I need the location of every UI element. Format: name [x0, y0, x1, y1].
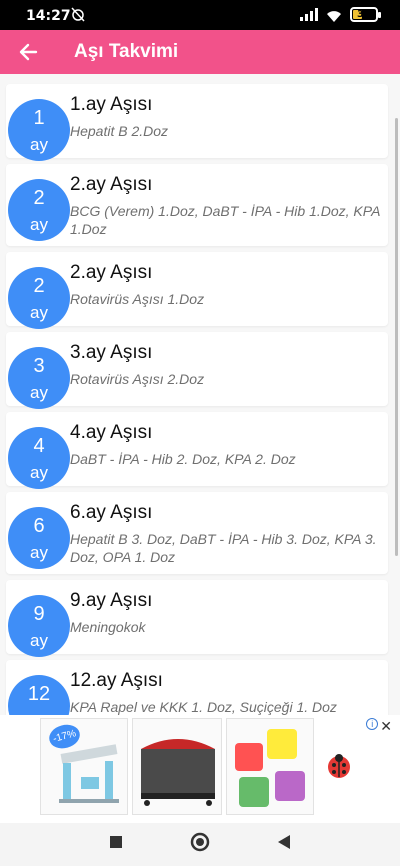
page-title: Aşı Takvimi: [74, 41, 179, 62]
month-badge: 3 ay: [8, 347, 70, 409]
list-item[interactable]: 3 ay 3.ay Aşısı Rotavirüs Aşısı 2.Doz: [6, 332, 388, 409]
item-description: DaBT - İPA - Hib 2. Doz, KPA 2. Doz: [70, 451, 296, 467]
ad-product-playpen-image[interactable]: [132, 718, 222, 815]
list-item[interactable]: 2 ay 2.ay Aşısı Rotavirüs Aşısı 1.Doz: [6, 252, 388, 329]
ad-product-popit-image[interactable]: [226, 718, 314, 815]
recent-apps-button[interactable]: [109, 835, 123, 854]
month-badge: 6 ay: [8, 507, 70, 569]
item-description: Rotavirüs Aşısı 1.Doz: [70, 291, 205, 307]
arrow-left-icon: [19, 43, 38, 61]
item-title: 4.ay Aşısı: [70, 422, 153, 443]
square-icon: [110, 836, 123, 848]
ad-product-desk-image[interactable]: -17%: [40, 718, 128, 815]
app-bar: Aşı Takvimi: [0, 30, 400, 74]
ad-info-icon[interactable]: i: [366, 718, 379, 730]
item-title: 6.ay Aşısı: [70, 502, 153, 523]
home-button[interactable]: [190, 832, 210, 857]
list-item[interactable]: 6 ay 6.ay Aşısı Hepatit B 3. Doz, DaBT -…: [6, 492, 388, 574]
list-item[interactable]: 1 ay 1.ay Aşısı Hepatit B 2.Doz: [6, 84, 388, 161]
ad-banner[interactable]: -17% i ✕: [0, 715, 400, 823]
ad-brand-logo[interactable]: [326, 753, 352, 779]
status-time: 14:27: [26, 8, 71, 24]
alarm-off-icon: [70, 6, 86, 26]
month-badge: 12 ay: [8, 675, 70, 715]
status-bar: 14:27 38: [0, 0, 400, 30]
item-description: Hepatit B 2.Doz: [70, 123, 169, 139]
month-badge: 2 ay: [8, 267, 70, 329]
ad-controls: i ✕: [366, 718, 392, 735]
month-badge: 2 ay: [8, 179, 70, 241]
item-title: 2.ay Aşısı: [70, 174, 153, 195]
back-button[interactable]: [0, 30, 56, 74]
item-description: BCG (Verem) 1.Doz, DaBT - İPA - Hib 1.Do…: [70, 203, 380, 237]
scrollbar[interactable]: [395, 118, 398, 556]
item-title: 3.ay Aşısı: [70, 342, 153, 363]
system-nav-bar: [0, 823, 400, 866]
circle-icon: [190, 832, 210, 852]
item-description: Rotavirüs Aşısı 2.Doz: [70, 371, 205, 387]
list-item[interactable]: 9 ay 9.ay Aşısı Meningokok: [6, 580, 388, 657]
wifi-icon: [326, 8, 342, 22]
month-badge: 4 ay: [8, 427, 70, 489]
item-description: Meningokok: [70, 619, 146, 635]
month-badge: 1 ay: [8, 99, 70, 161]
vaccine-list[interactable]: 1 ay 1.ay Aşısı Hepatit B 2.Doz 2 ay 2.a…: [0, 74, 400, 715]
list-item[interactable]: 2 ay 2.ay Aşısı BCG (Verem) 1.Doz, DaBT …: [6, 164, 388, 246]
month-badge: 9 ay: [8, 595, 70, 657]
battery-level: 38: [357, 9, 371, 20]
list-item[interactable]: 12 ay 12.ay Aşısı KPA Rapel ve KKK 1. Do…: [6, 660, 388, 715]
item-description: KPA Rapel ve KKK 1. Doz, Suçiçeği 1. Doz: [70, 699, 337, 715]
item-title: 2.ay Aşısı: [70, 262, 153, 283]
signal-icon: [300, 8, 318, 21]
item-description: Hepatit B 3. Doz, DaBT - İPA - Hib 3. Do…: [70, 531, 377, 565]
battery-icon: 38: [350, 7, 381, 22]
back-nav-button[interactable]: [277, 834, 291, 855]
item-title: 9.ay Aşısı: [70, 590, 153, 611]
triangle-back-icon: [277, 835, 290, 849]
ad-close-icon[interactable]: ✕: [380, 718, 392, 735]
item-title: 12.ay Aşısı: [70, 670, 163, 691]
item-title: 1.ay Aşısı: [70, 94, 153, 115]
list-item[interactable]: 4 ay 4.ay Aşısı DaBT - İPA - Hib 2. Doz,…: [6, 412, 388, 489]
